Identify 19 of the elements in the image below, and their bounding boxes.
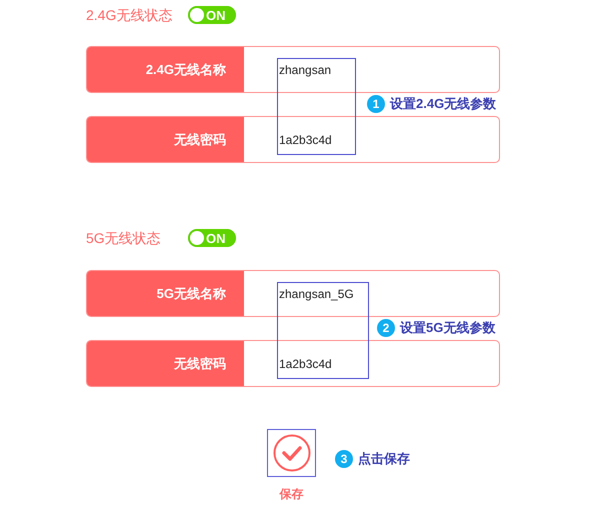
save-label: 保存	[278, 486, 304, 503]
input-field[interactable]: zhangsan_5G	[244, 271, 499, 316]
field-label: 5G无线名称	[87, 271, 244, 316]
status-label: 5G无线状态	[86, 228, 162, 248]
step-number-badge: 1	[367, 94, 385, 113]
input-field[interactable]: 1a2b3c4d	[244, 117, 499, 162]
checkmark-icon	[272, 434, 310, 472]
step-number-badge: 3	[335, 450, 353, 468]
field-label: 无线密码	[87, 117, 244, 162]
input-field[interactable]: 1a2b3c4d	[244, 341, 499, 386]
save-button[interactable]	[267, 429, 316, 477]
step-instruction: 设置5G无线参数	[400, 319, 496, 337]
status-label: 2.4G无线状态	[86, 6, 174, 24]
field-label: 无线密码	[87, 341, 244, 386]
step-number-badge: 2	[377, 318, 395, 337]
step-instruction: 设置2.4G无线参数	[390, 95, 496, 113]
step-instruction: 点击保存	[358, 450, 410, 468]
input-field[interactable]: zhangsan	[244, 47, 499, 92]
field-label: 2.4G无线名称	[87, 47, 244, 92]
